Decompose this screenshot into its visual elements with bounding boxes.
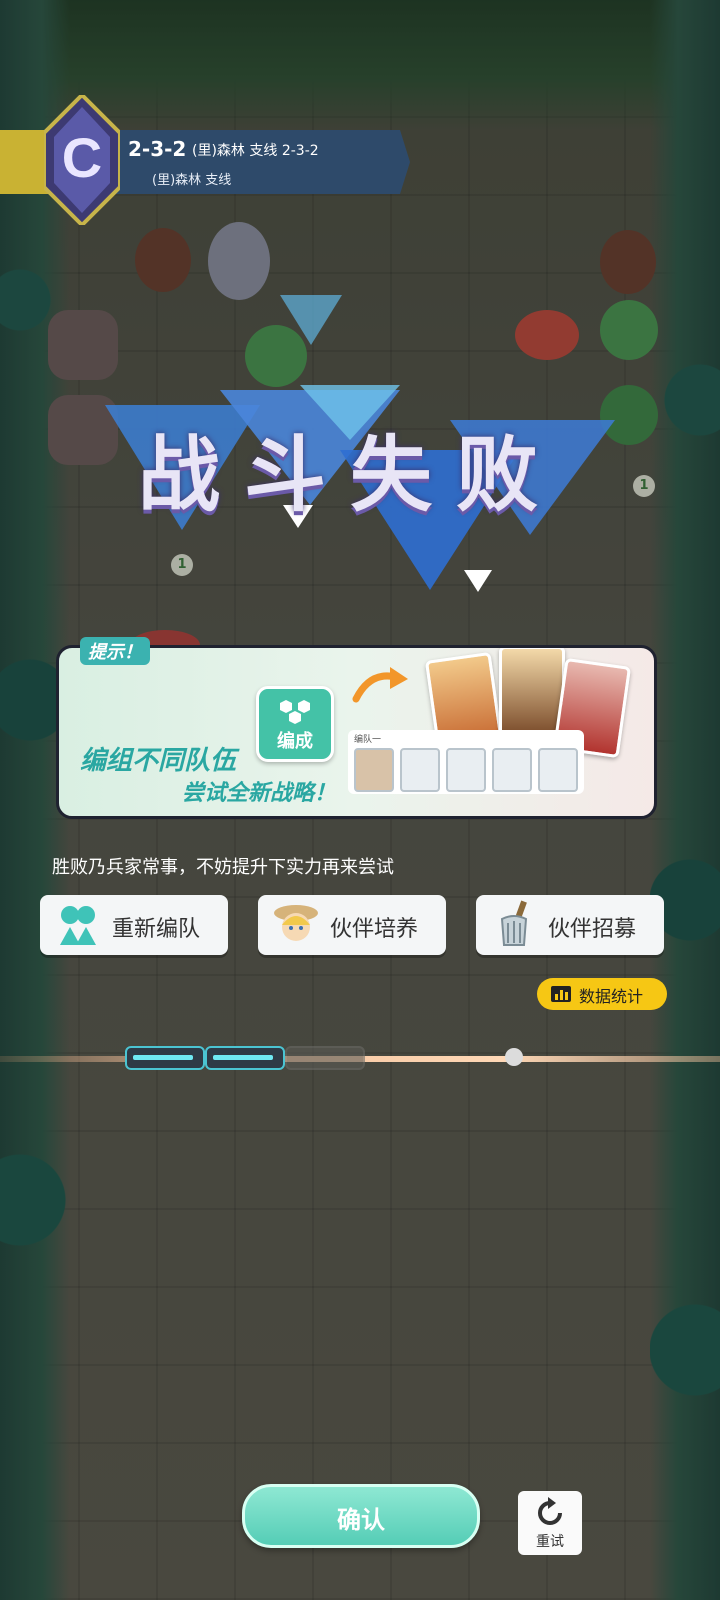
defeat-title-group: 战斗失败 — [100, 290, 620, 600]
hint-line-1: 编组不同队伍 — [80, 746, 237, 776]
stage-title: (里)森林 支线 2-3-2 — [192, 143, 319, 159]
hint-tag: 提示！ — [80, 637, 150, 665]
stage-id: 2-3-2 — [128, 137, 187, 161]
hint-line-2: 尝试全新战略！ — [182, 781, 337, 806]
hexagon-icon — [280, 700, 310, 724]
hero-training-button[interactable]: 伙伴培养 — [258, 895, 446, 955]
advice-text: 胜败乃兵家常事，不妨提升下实力再来尝试 — [52, 857, 394, 878]
data-stats-label: 数据统计 — [579, 987, 644, 1006]
hero-recruit-button[interactable]: 伙伴招募 — [476, 895, 664, 955]
formation-icon: 编成 — [256, 686, 334, 762]
team-slot — [354, 748, 394, 792]
data-stats-button[interactable]: 数据统计 — [537, 978, 667, 1010]
reform-team-button[interactable]: 重新编队 — [40, 895, 228, 955]
hero-recruit-label: 伙伴招募 — [548, 917, 637, 942]
team-label: 编队一 — [354, 735, 382, 745]
reform-team-label: 重新编队 — [112, 917, 201, 942]
hero-training-label: 伙伴培养 — [330, 917, 419, 942]
retry-button[interactable]: 重试 — [518, 1491, 582, 1555]
retry-icon — [538, 1497, 562, 1525]
hero-portrait-icon — [274, 905, 318, 941]
retry-label: 重试 — [536, 1534, 564, 1550]
defeat-title: 战斗失败 — [138, 428, 563, 523]
wave-segment — [125, 1046, 205, 1070]
wave-segment — [285, 1046, 365, 1070]
formation-label: 编成 — [277, 731, 313, 752]
team-slot — [400, 748, 440, 792]
wave-progress-end-marker — [505, 1048, 523, 1066]
wave-segment — [205, 1046, 285, 1070]
confirm-label: 确认 — [337, 1506, 385, 1534]
recruit-icon — [500, 900, 528, 946]
team-icon — [60, 906, 96, 945]
team-slot — [538, 748, 578, 792]
arrow-icon — [352, 667, 408, 703]
svg-text:C: C — [62, 126, 102, 189]
bar-chart-icon — [551, 986, 571, 1002]
stage-rank-badge: C — [44, 95, 120, 225]
confirm-button[interactable]: 确认 — [242, 1484, 480, 1548]
team-preview: 编队一 — [348, 730, 584, 794]
team-slot — [492, 748, 532, 792]
stage-subtitle: (里)森林 支线 — [152, 173, 232, 188]
hero-card — [499, 648, 565, 738]
team-slot — [446, 748, 486, 792]
